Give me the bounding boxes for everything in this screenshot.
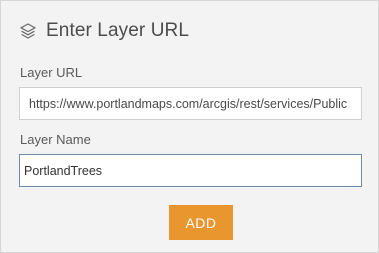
add-button[interactable]: ADD [169,205,233,240]
panel-header: Enter Layer URL [19,19,189,43]
dialog-title: Enter Layer URL [46,20,190,41]
layer-name-label: Layer Name [20,132,91,147]
layer-url-label: Layer URL [20,65,83,80]
layers-icon [19,22,37,40]
layer-name-input[interactable] [19,154,362,187]
layer-url-input[interactable] [19,87,362,120]
enter-layer-url-panel: Enter Layer URL Layer URL Layer Name ADD [0,0,379,253]
